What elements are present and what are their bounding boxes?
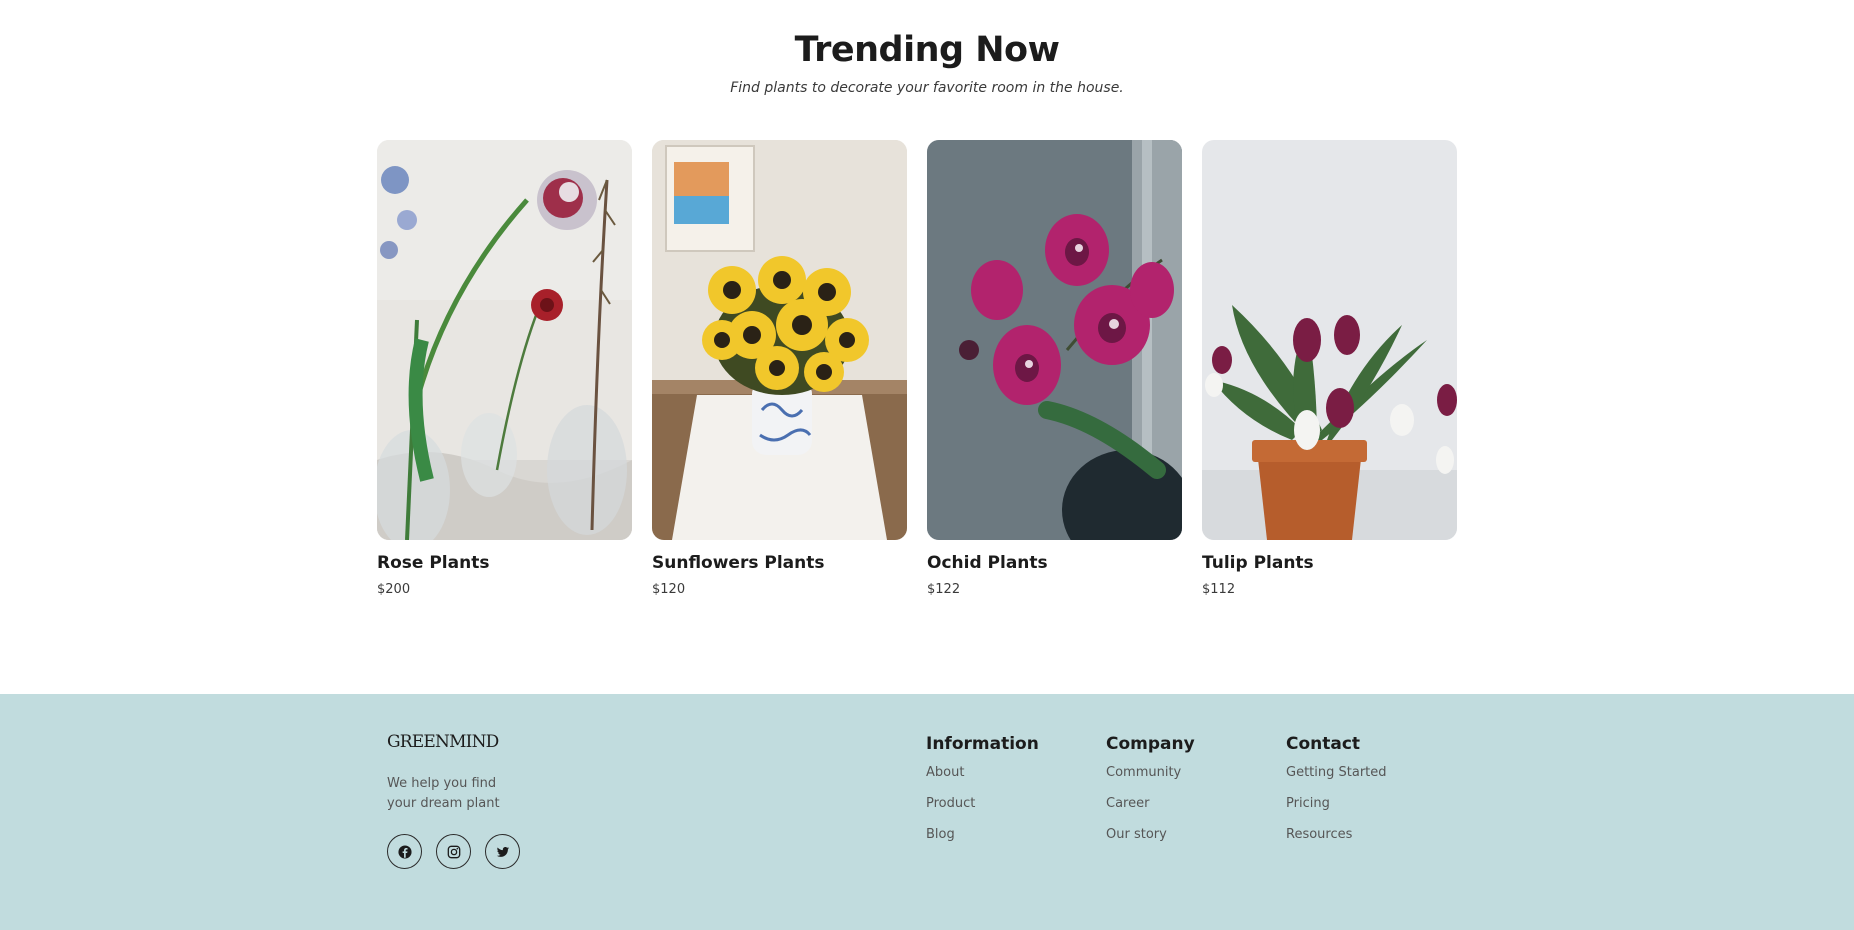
product-grid: Rose Plants $200 Sunflowers Plants $120 …	[377, 140, 1477, 600]
product-image-sunflowers[interactable]	[652, 140, 907, 540]
footer-link-blog[interactable]: Blog	[926, 827, 1096, 842]
product-price: $112	[1202, 582, 1236, 597]
footer-link-getting-started[interactable]: Getting Started	[1286, 765, 1456, 780]
trending-section: Trending Now Find plants to decorate you…	[0, 0, 1854, 694]
instagram-icon	[447, 845, 460, 858]
social-links	[387, 834, 527, 870]
footer-link-product[interactable]: Product	[926, 796, 1096, 811]
product-name[interactable]: Rose Plants	[377, 553, 489, 573]
footer-column-company: Company Community Career Our story	[1106, 734, 1276, 842]
product-card-sunflowers[interactable]: Sunflowers Plants $120	[652, 140, 907, 600]
footer-link-resources[interactable]: Resources	[1286, 827, 1456, 842]
product-card-rose[interactable]: Rose Plants $200	[377, 140, 632, 600]
footer-link-our-story[interactable]: Our story	[1106, 827, 1276, 842]
product-name[interactable]: Tulip Plants	[1202, 553, 1314, 573]
twitter-button[interactable]	[485, 834, 520, 869]
site-footer: GREENMIND We help you find your dream pl…	[0, 694, 1854, 930]
brand-logo[interactable]: GREENMIND	[387, 732, 499, 752]
footer-link-about[interactable]: About	[926, 765, 1096, 780]
section-title: Trending Now	[794, 30, 1060, 70]
facebook-icon	[397, 844, 412, 859]
product-image-tulip[interactable]	[1202, 140, 1457, 540]
product-price: $200	[377, 582, 411, 597]
facebook-button[interactable]	[387, 834, 422, 869]
product-name[interactable]: Ochid Plants	[927, 553, 1048, 573]
footer-link-career[interactable]: Career	[1106, 796, 1276, 811]
instagram-button[interactable]	[436, 834, 471, 869]
footer-column-title: Company	[1106, 734, 1195, 754]
product-card-tulip[interactable]: Tulip Plants $112	[1202, 140, 1457, 600]
section-subtitle: Find plants to decorate your favorite ro…	[730, 80, 1124, 96]
footer-column-contact: Contact Getting Started Pricing Resource…	[1286, 734, 1456, 842]
product-image-rose[interactable]	[377, 140, 632, 540]
product-name[interactable]: Sunflowers Plants	[652, 553, 825, 573]
footer-column-title: Contact	[1286, 734, 1361, 754]
product-card-orchid[interactable]: Ochid Plants $122	[927, 140, 1182, 600]
footer-column-title: Information	[926, 734, 1039, 754]
footer-column-information: Information About Product Blog	[926, 734, 1096, 842]
footer-tagline: We help you find your dream plant	[387, 776, 500, 811]
footer-link-pricing[interactable]: Pricing	[1286, 796, 1456, 811]
product-price: $122	[927, 582, 961, 597]
product-image-orchid[interactable]	[927, 140, 1182, 540]
product-price: $120	[652, 582, 686, 597]
footer-link-community[interactable]: Community	[1106, 765, 1276, 780]
twitter-icon	[496, 846, 509, 857]
